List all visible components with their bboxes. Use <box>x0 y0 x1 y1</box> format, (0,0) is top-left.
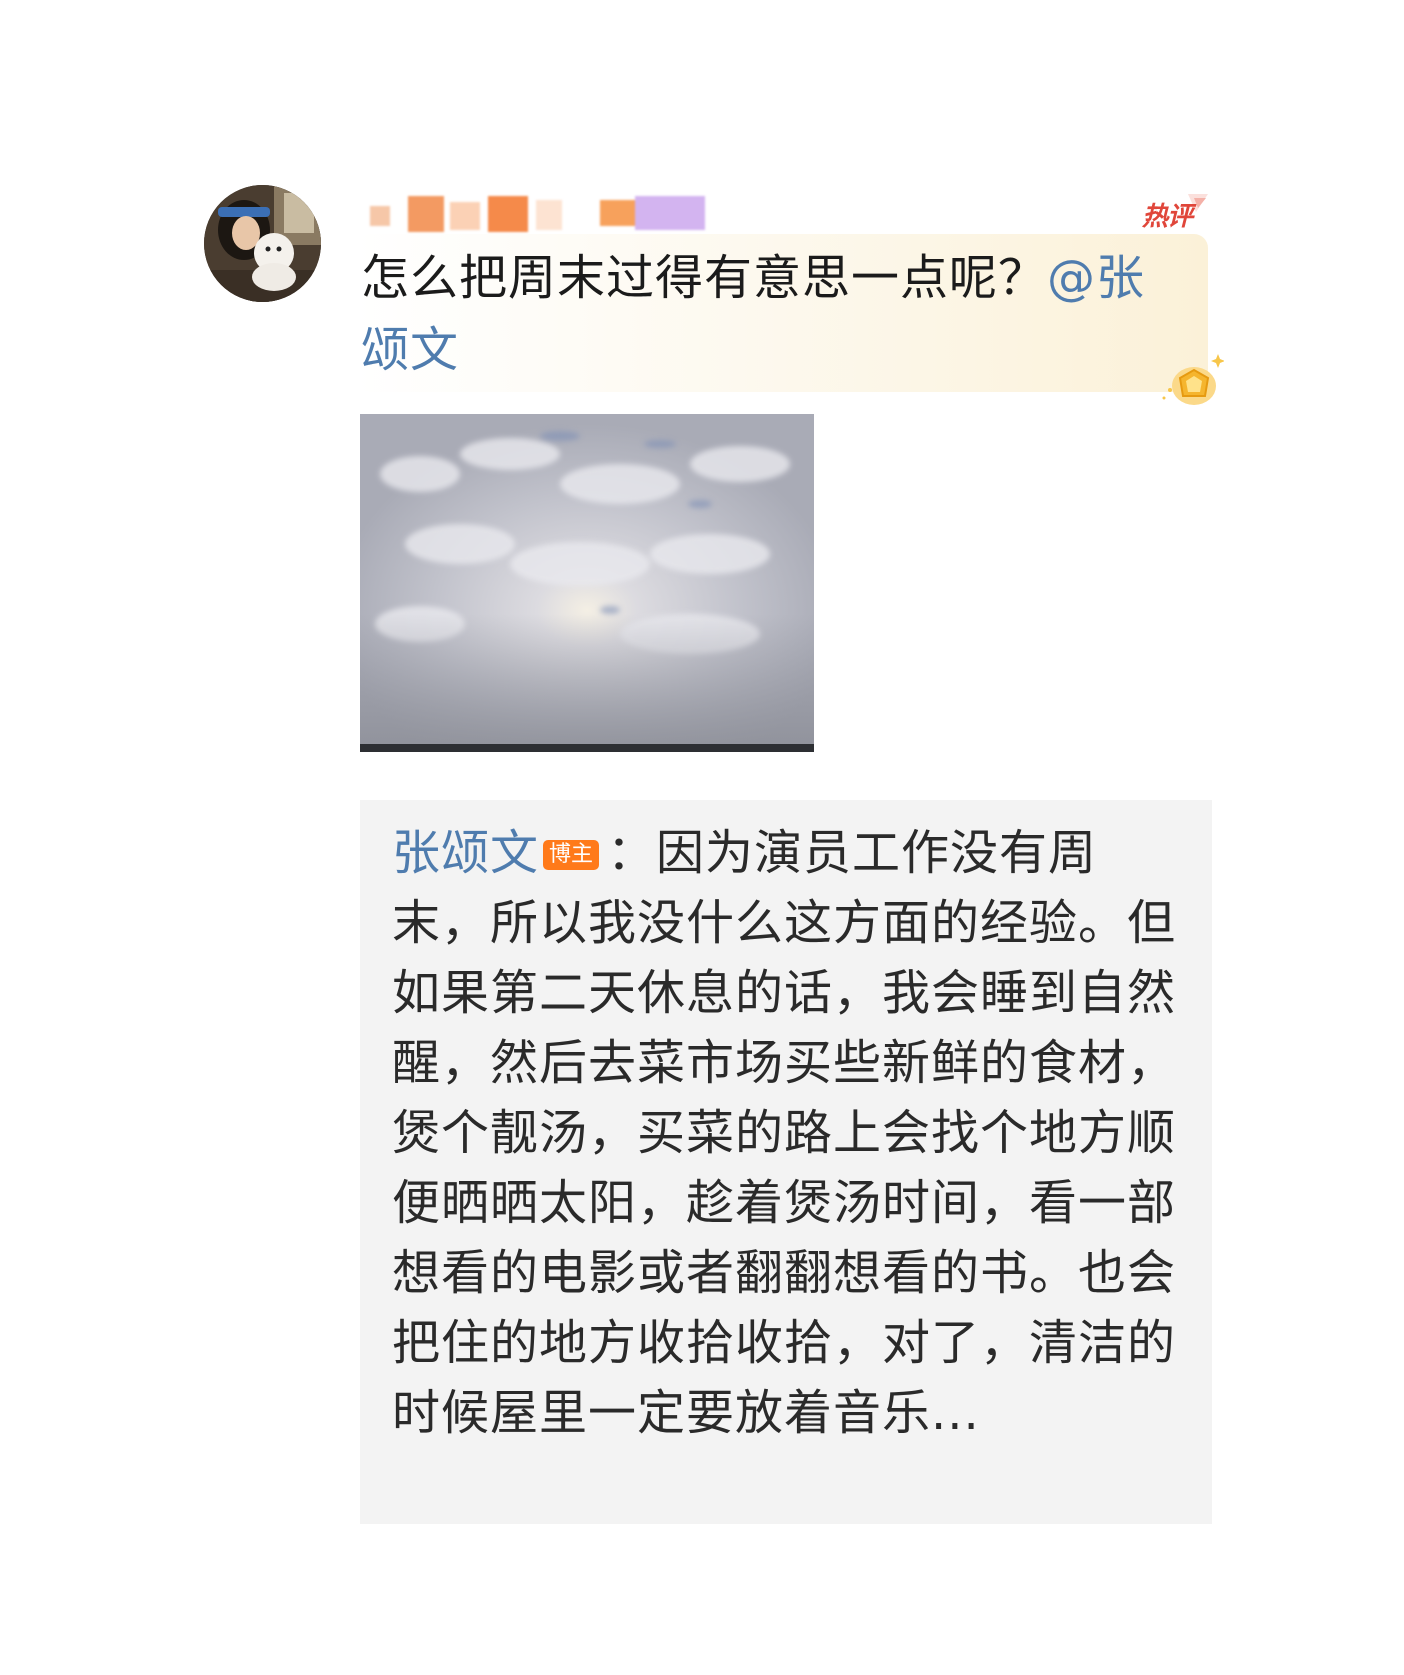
blogger-reply[interactable]: 张颂文 博主 ：因为演员工作没有周末，所以我没什么这方面的经验。但如果第二天休息的话… <box>360 800 1212 1524</box>
post-image-sky[interactable] <box>360 414 814 752</box>
post-content: 怎么把周末过得有意思一点呢？@张颂文 <box>361 242 1181 386</box>
hot-comment-badge: 热评 <box>1138 192 1210 232</box>
reply-content: 张颂文 博主 ：因为演员工作没有周末，所以我没什么这方面的经验。但如果第二天休息的话… <box>392 818 1182 1448</box>
hot-comment-label: 热评 <box>1142 202 1193 232</box>
trophy-icon <box>1160 350 1225 408</box>
reply-separator: ： <box>607 825 657 881</box>
blogger-badge: 博主 <box>543 840 600 870</box>
blurred-username[interactable] <box>360 196 720 232</box>
reply-text: 因为演员工作没有周末，所以我没什么这方面的经验。但如果第二天休息的话，我会睡到自… <box>392 825 1177 1441</box>
post-text: 怎么把周末过得有意思一点呢？ <box>361 250 1048 306</box>
user-avatar[interactable] <box>204 185 321 302</box>
reply-author[interactable]: 张颂文 <box>392 825 539 881</box>
